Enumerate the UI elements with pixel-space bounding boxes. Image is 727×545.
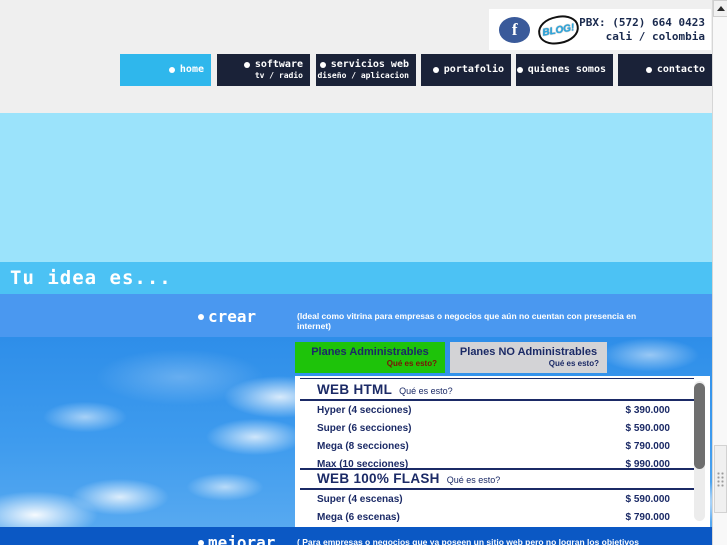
facebook-icon[interactable]: f: [499, 16, 531, 43]
plan-name: Super (6 secciones): [317, 423, 412, 434]
tab-planes-no-administrables[interactable]: Planes NO Administrables Qué es esto?: [450, 342, 607, 373]
nav-label: portafolio: [443, 64, 504, 75]
bullet-icon: [432, 67, 439, 73]
crear-band: crear (Ideal como vitrina para empresas …: [0, 294, 713, 337]
up-arrow-icon: [716, 6, 725, 11]
plan-row: Hyper (4 secciones) $ 390.000: [317, 405, 670, 419]
mejorar-label: mejorar: [208, 533, 276, 545]
page: f BLOG! PBX: (572) 664 0423 cali / colom…: [0, 0, 727, 545]
bullet-icon: [198, 539, 204, 545]
bullet-icon: [516, 67, 523, 73]
scroll-up-button[interactable]: [713, 0, 727, 17]
que-es-esto-link[interactable]: Qué es esto?: [295, 359, 445, 368]
section-title: WEB 100% FLASH: [317, 471, 440, 486]
plan-price: $ 590.000: [625, 494, 671, 505]
divider: [300, 399, 694, 401]
grip-icon: [716, 471, 725, 487]
nav-tab-home[interactable]: home: [120, 54, 211, 86]
nav-tab-contacto[interactable]: contacto: [618, 54, 712, 86]
panel-scrollbar-thumb[interactable]: [694, 383, 705, 469]
hero-banner: [0, 113, 713, 262]
que-es-esto-link[interactable]: Qué es esto?: [447, 475, 501, 485]
tab-title: Planes NO Administrables: [459, 346, 598, 358]
plan-name: Mega (8 secciones): [317, 441, 409, 452]
tab-title: Planes Administrables: [311, 346, 429, 358]
plan-name: Hyper (4 secciones): [317, 405, 412, 416]
plan-row: Super (4 escenas) $ 590.000: [317, 494, 670, 508]
plan-name: Mega (6 escenas): [317, 512, 400, 523]
mejorar-description: ( Para empresas o negocios que ya poseen…: [297, 537, 639, 545]
plan-row: Super (6 secciones) $ 590.000: [317, 423, 670, 437]
nav-tab-servicios-web[interactable]: servicios web diseño / aplicacion: [316, 54, 416, 86]
bullet-icon: [243, 62, 250, 68]
nav-tab-portafolio[interactable]: portafolio: [421, 54, 511, 86]
section-header-web-html: WEB HTML Qué es esto?: [317, 382, 453, 397]
tab-planes-administrables[interactable]: Planes Administrables Qué es esto?: [295, 342, 445, 373]
nav-label: servicios web: [330, 59, 409, 70]
pbx-phone-text: PBX: (572) 664 0423 cali / colombia: [579, 15, 705, 43]
scrollbar-thumb[interactable]: [714, 445, 727, 513]
crear-link[interactable]: crear: [198, 307, 256, 326]
nav-tab-software[interactable]: software tv / radio: [217, 54, 310, 86]
nav-label: software: [254, 59, 303, 70]
bullet-icon: [319, 62, 326, 68]
plan-name: Super (4 escenas): [317, 494, 403, 505]
section-header-web-flash: WEB 100% FLASH Qué es esto?: [317, 471, 500, 486]
que-es-esto-link[interactable]: Qué es esto?: [399, 386, 453, 396]
nav-tab-quienes-somos[interactable]: quienes somos: [516, 54, 613, 86]
slogan-band: Tu idea es...: [0, 262, 713, 294]
plan-row: Mega (8 secciones) $ 790.000: [317, 441, 670, 455]
slogan-text: Tu idea es...: [10, 267, 172, 289]
contact-box: f BLOG! PBX: (572) 664 0423 cali / colom…: [489, 9, 711, 50]
blog-icon[interactable]: BLOG!: [536, 12, 582, 47]
divider: [300, 378, 694, 379]
crear-label: crear: [208, 307, 257, 326]
plan-row: Mega (6 escenas) $ 790.000: [317, 512, 670, 526]
divider: [300, 488, 694, 490]
plan-price: $ 390.000: [625, 405, 671, 416]
section-title: WEB HTML: [317, 382, 393, 397]
plan-price: $ 790.000: [625, 512, 671, 523]
plan-price: $ 790.000: [625, 441, 671, 452]
mejorar-band: mejorar ( Para empresas o negocios que y…: [0, 527, 713, 545]
nav-label: home: [179, 64, 204, 75]
plan-price: $ 590.000: [625, 423, 671, 434]
plan-price: $ 990.000: [625, 459, 671, 470]
divider: [300, 468, 694, 470]
nav-sublabel: tv / radio: [254, 71, 303, 80]
window-scrollbar[interactable]: [712, 0, 727, 545]
mejorar-link[interactable]: mejorar: [198, 533, 275, 545]
crear-description: (Ideal como vitrina para empresas o nego…: [297, 311, 637, 331]
pricing-panel: WEB HTML Qué es esto? Hyper (4 secciones…: [295, 376, 710, 527]
nav-sublabel: diseño / aplicacion: [317, 71, 409, 80]
bullet-icon: [645, 67, 652, 73]
que-es-esto-link[interactable]: Qué es esto?: [450, 359, 607, 368]
nav-label: quienes somos: [527, 64, 606, 75]
nav-label: contacto: [656, 64, 705, 75]
bullet-icon: [168, 67, 175, 73]
bullet-icon: [198, 313, 204, 320]
